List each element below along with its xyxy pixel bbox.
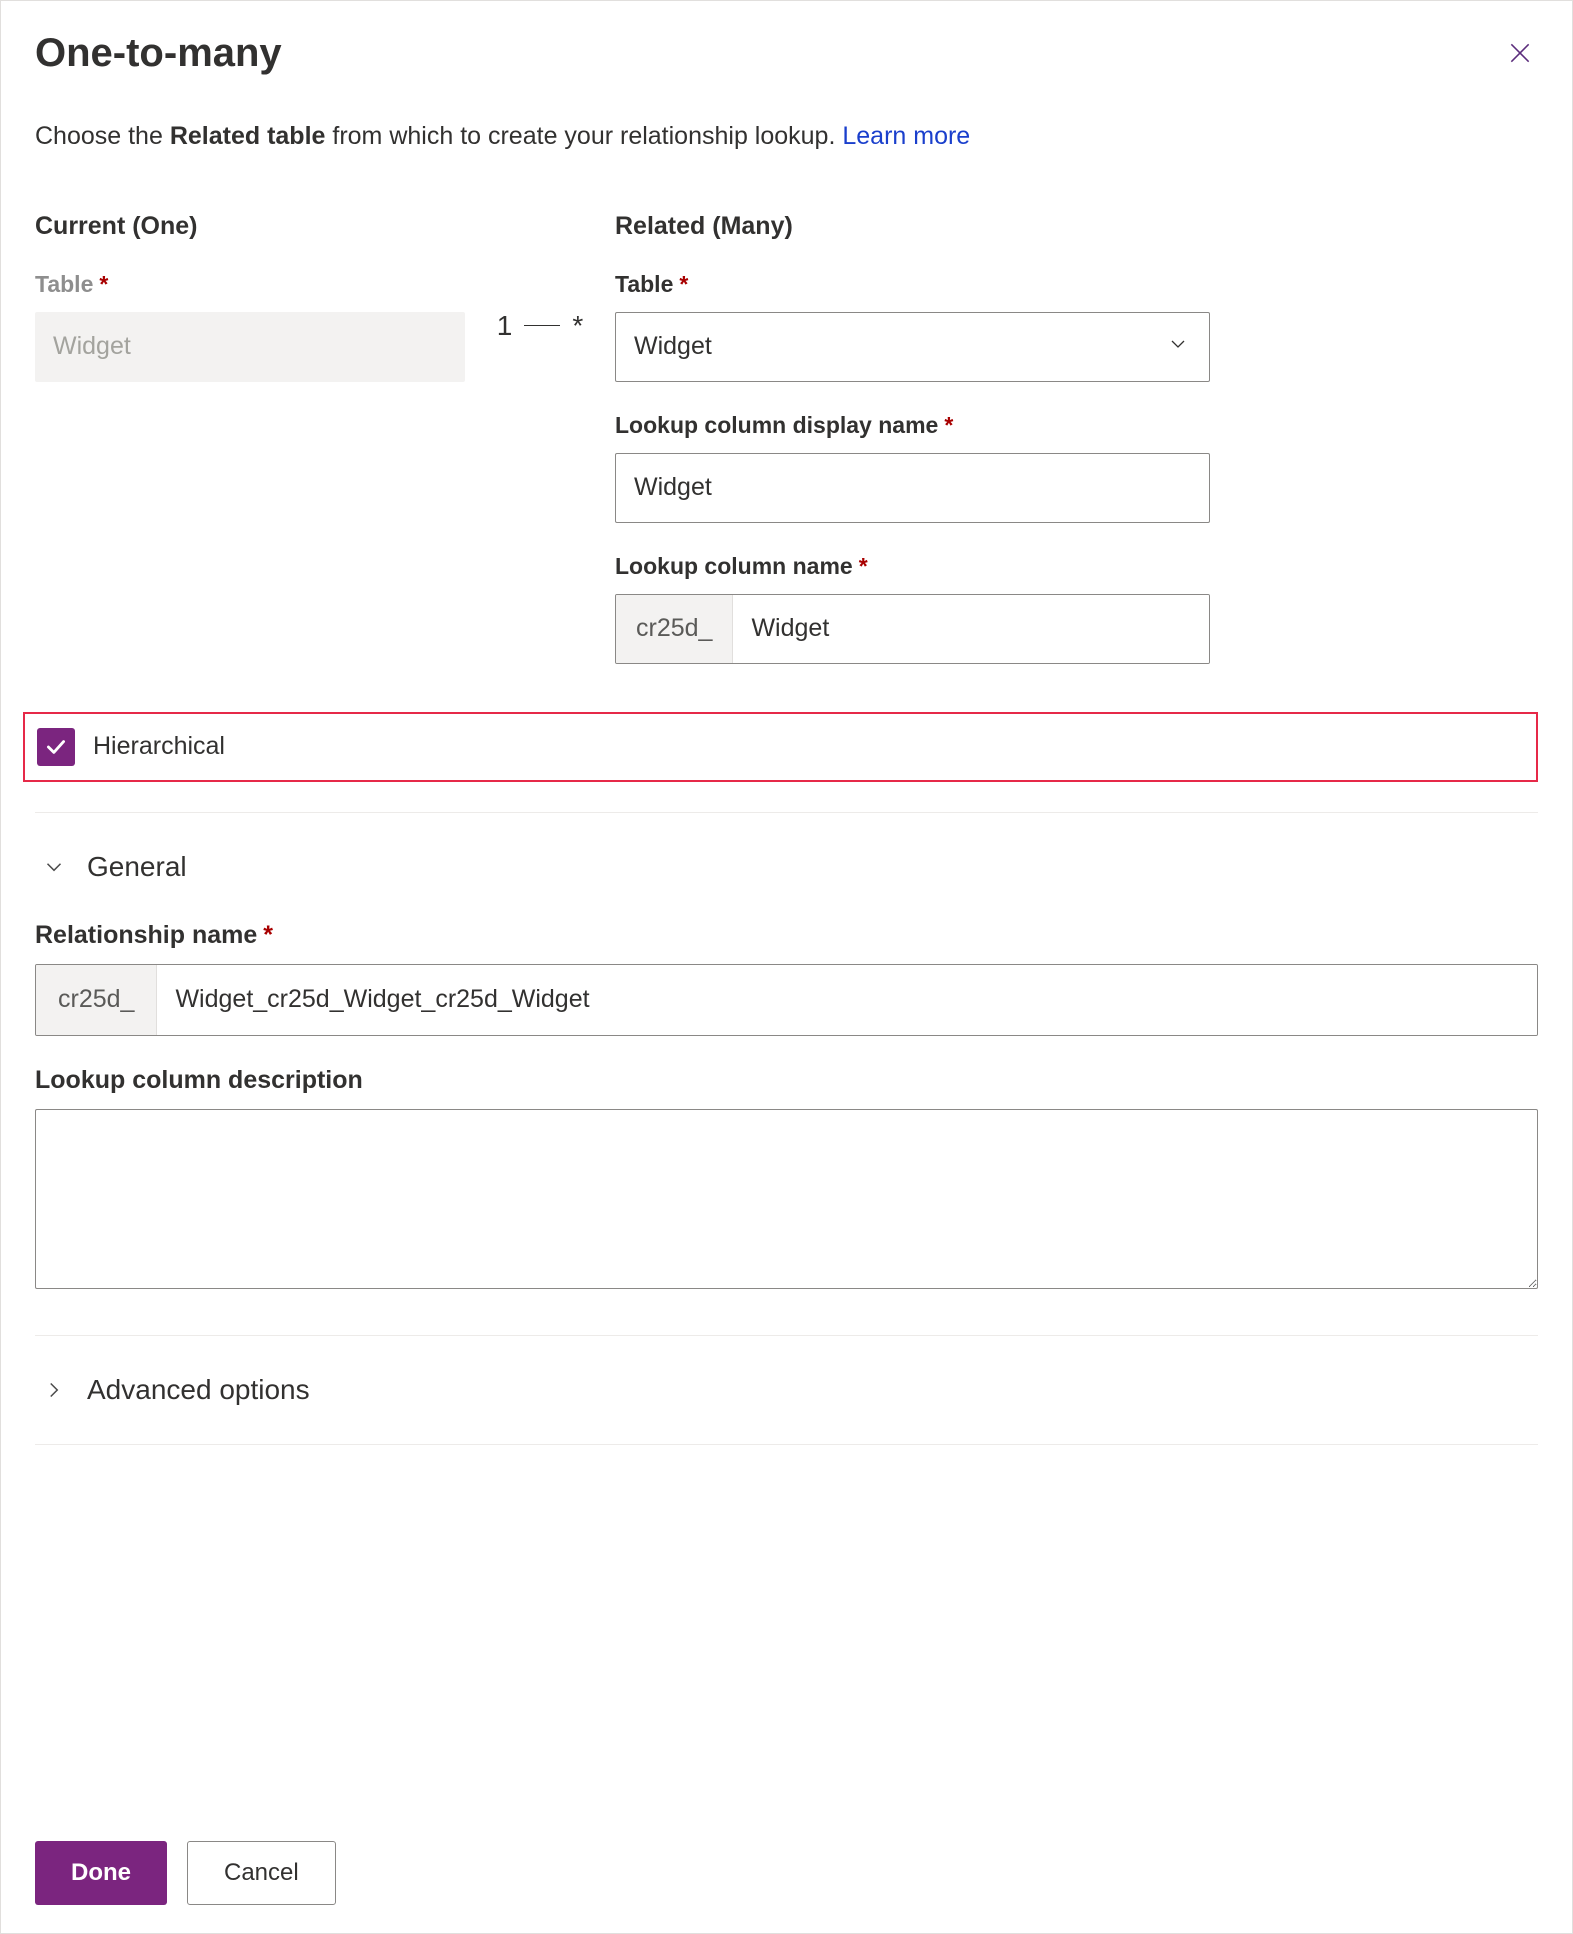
general-section-toggle[interactable]: General [35,813,1538,921]
general-section-label: General [87,851,187,883]
related-table-label: Table * [615,271,1210,298]
relationship-name-input-group: cr25d_ [35,964,1538,1036]
relationship-name-prefix: cr25d_ [36,965,157,1035]
lookup-display-name-label-text: Lookup column display name [615,412,938,439]
required-indicator: * [679,271,688,298]
relationship-name-label: Relationship name * [35,921,1538,950]
close-button[interactable] [1502,35,1538,71]
lookup-column-name-prefix: cr25d_ [616,595,733,663]
current-table-input [35,312,465,382]
related-table-value[interactable] [615,312,1210,382]
related-column: Related (Many) Table * Lookup column dis… [615,212,1210,694]
panel-header: One-to-many [35,31,1538,76]
lookup-column-name-input[interactable] [733,595,1209,663]
intro-text: Choose the Related table from which to c… [35,120,1538,154]
current-heading: Current (One) [35,212,465,241]
required-indicator: * [263,921,273,950]
advanced-section-toggle[interactable]: Advanced options [35,1336,1538,1444]
done-button[interactable]: Done [35,1841,167,1905]
divider [35,1444,1538,1445]
lookup-display-name-input[interactable] [615,453,1210,523]
learn-more-link[interactable]: Learn more [842,122,970,150]
check-icon [43,734,69,760]
cardinality-indicator: 1 * [465,310,615,342]
lookup-description-label: Lookup column description [35,1066,1538,1095]
advanced-section-label: Advanced options [87,1374,310,1406]
relationship-name-input[interactable] [157,965,1537,1035]
footer-actions: Done Cancel [35,1811,1538,1905]
lookup-column-name-label: Lookup column name * [615,553,1210,580]
hierarchical-row: Hierarchical [23,712,1538,782]
related-table-field: Table * [615,271,1210,382]
intro-suffix: from which to create your relationship l… [325,122,842,150]
lookup-display-name-label: Lookup column display name * [615,412,1210,439]
lookup-column-name-field: Lookup column name * cr25d_ [615,553,1210,664]
intro-prefix: Choose the [35,122,170,150]
cancel-button[interactable]: Cancel [187,1841,336,1905]
current-table-label: Table * [35,271,465,298]
chevron-down-icon [41,854,67,880]
lookup-display-name-field: Lookup column display name * [615,412,1210,523]
close-icon [1507,40,1533,66]
panel-title: One-to-many [35,31,282,76]
cardinality-line-icon [524,325,560,326]
relationship-name-label-text: Relationship name [35,921,257,950]
current-column: Current (One) Table * [35,212,465,382]
intro-bold: Related table [170,122,326,150]
general-section-body: Relationship name * cr25d_ Lookup column… [35,921,1538,1335]
required-indicator: * [859,553,868,580]
hierarchical-checkbox[interactable] [37,728,75,766]
lookup-column-name-label-text: Lookup column name [615,553,853,580]
related-table-select[interactable] [615,312,1210,382]
lookup-description-textarea[interactable] [35,1109,1538,1289]
current-table-label-text: Table [35,271,93,298]
cardinality-many: * [572,310,583,342]
chevron-right-icon [41,1377,67,1403]
one-to-many-panel: One-to-many Choose the Related table fro… [0,0,1573,1934]
related-heading: Related (Many) [615,212,1210,241]
hierarchical-label: Hierarchical [93,732,225,761]
lookup-column-name-input-group: cr25d_ [615,594,1210,664]
related-table-label-text: Table [615,271,673,298]
required-indicator: * [99,271,108,298]
cardinality-one: 1 [497,310,513,342]
tables-row: Current (One) Table * 1 * Related (Many)… [35,212,1538,694]
required-indicator: * [944,412,953,439]
